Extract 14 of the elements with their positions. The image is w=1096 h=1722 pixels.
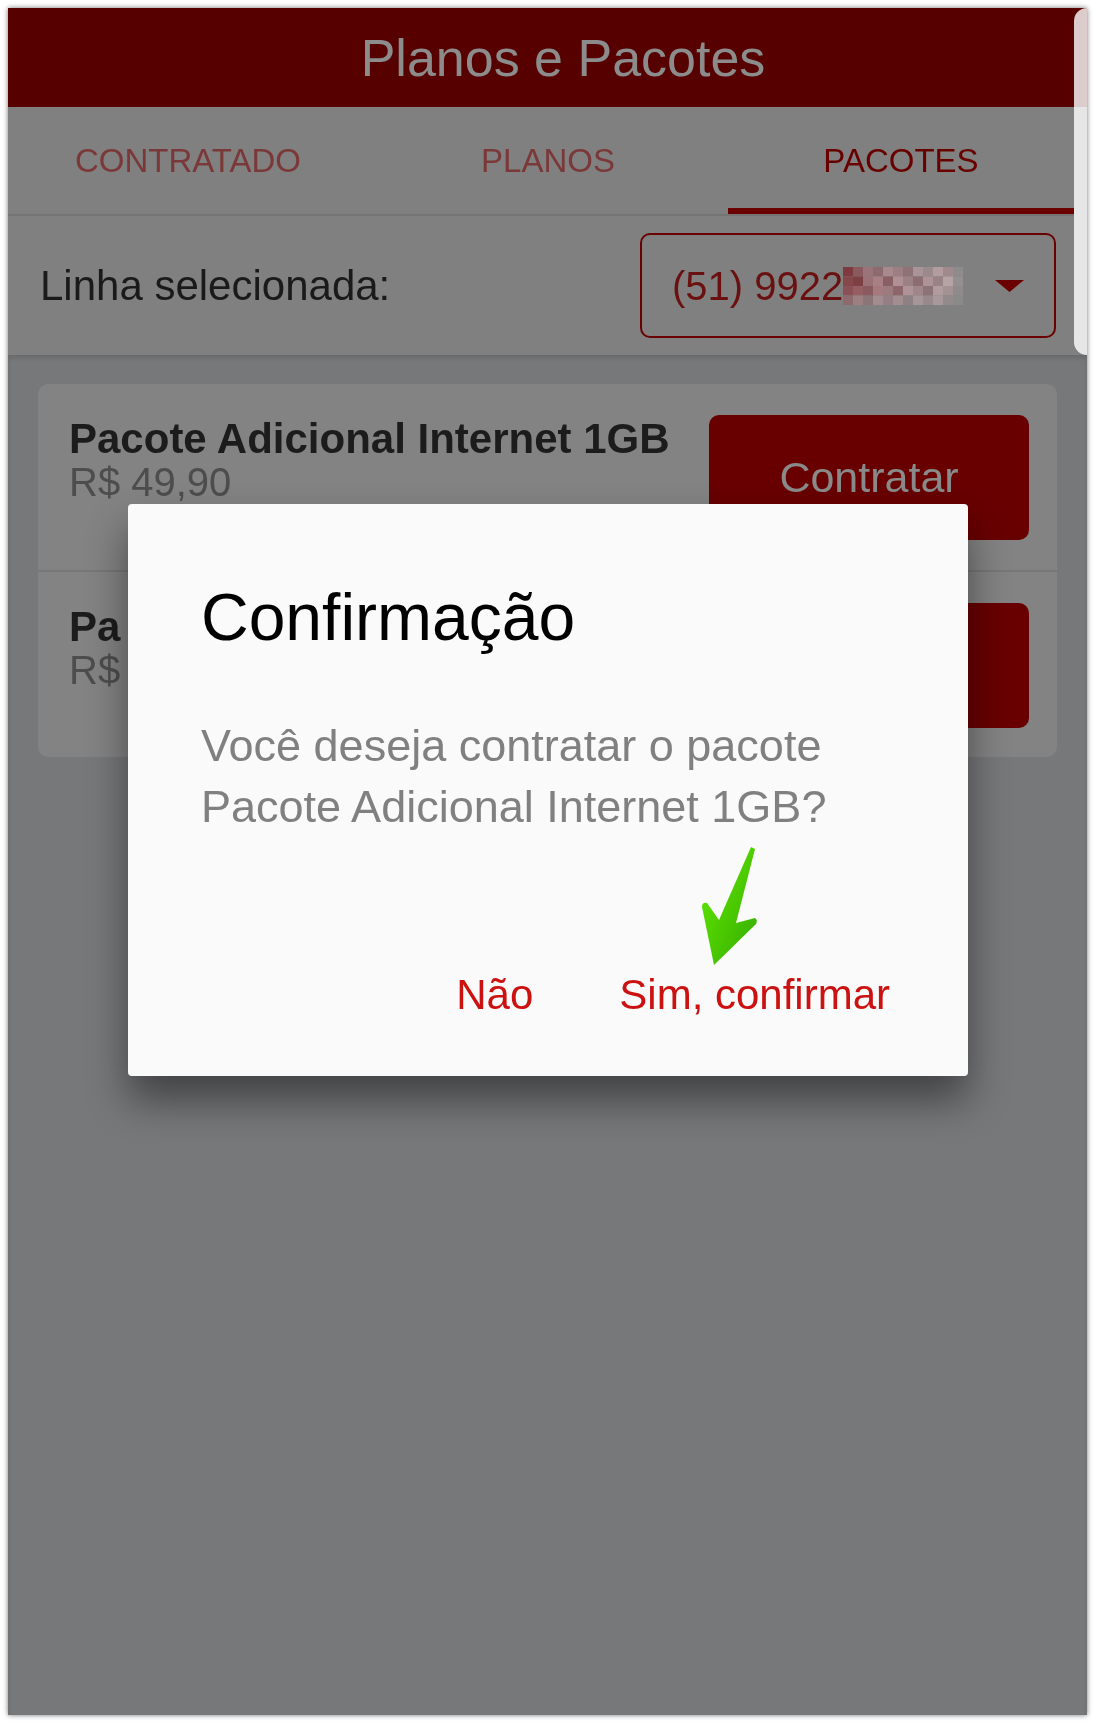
header-title: Planos e Pacotes <box>360 27 766 88</box>
package-name: Pacote Adicional Internet 1GB <box>69 416 670 462</box>
dialog-button[interactable]: Sim, confirmar <box>603 959 906 1029</box>
caret-down-icon <box>995 279 1024 292</box>
line-label: Linha selecionada: <box>40 261 391 311</box>
pointer-arrow-icon <box>700 847 758 965</box>
package-name: Pa <box>69 604 121 650</box>
tab[interactable]: PLANOS <box>368 107 728 214</box>
tab[interactable]: PACOTES <box>728 107 1074 214</box>
dialog-button[interactable]: Não <box>440 959 550 1029</box>
tab[interactable]: CONTRATADO <box>8 107 368 214</box>
dialog-message: Você deseja contratar o pacote Pacote Adicional Internet 1GB? <box>201 719 828 834</box>
dialog-title: Confirmação <box>201 579 576 656</box>
line-dropdown[interactable]: (51) 9922 <box>640 233 1056 338</box>
